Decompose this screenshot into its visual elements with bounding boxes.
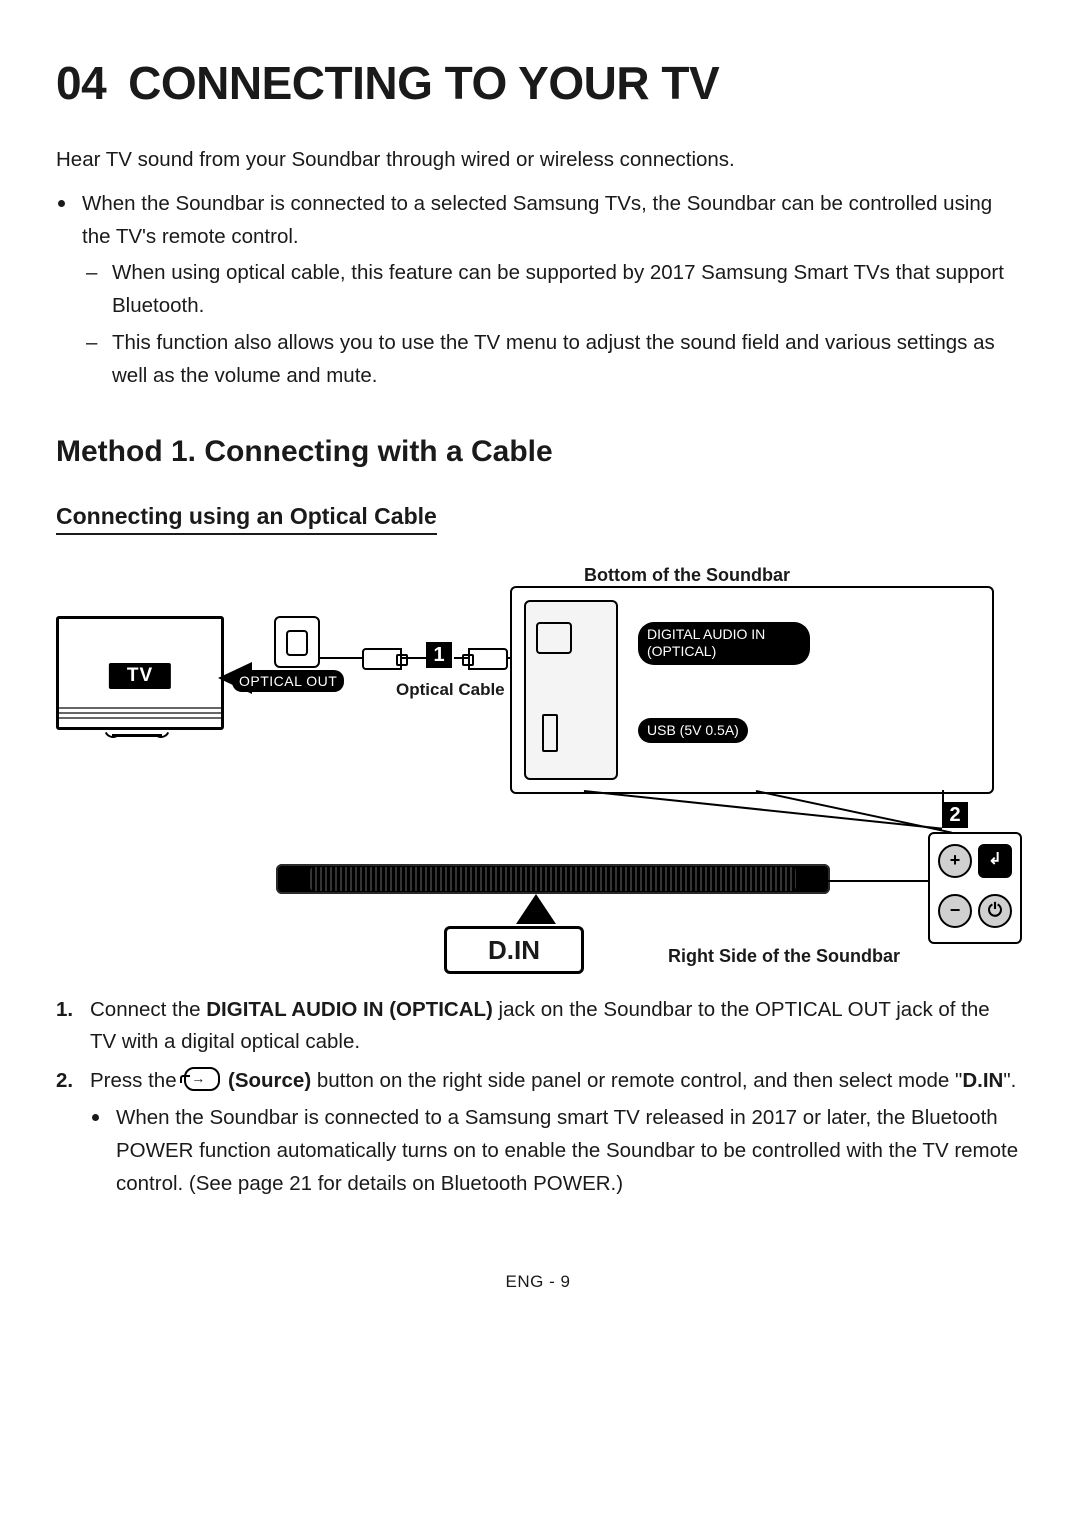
tv-icon: TV <box>56 616 224 730</box>
volume-up-icon: + <box>938 844 972 878</box>
cable-plug-icon <box>362 648 402 670</box>
intro-text: Hear TV sound from your Soundbar through… <box>56 144 1020 176</box>
optical-cable-label: Optical Cable <box>396 680 505 700</box>
dash-item: When using optical cable, this feature c… <box>82 257 1020 323</box>
step2-mid: button on the right side panel or remote… <box>311 1069 962 1092</box>
digital-audio-in-label: DIGITAL AUDIO IN (OPTICAL) <box>638 622 810 665</box>
dai-line1: DIGITAL AUDIO IN <box>647 626 765 642</box>
tv-stand-icon <box>112 724 162 737</box>
dash-list: When using optical cable, this feature c… <box>82 257 1020 392</box>
instruction-steps: Connect the DIGITAL AUDIO IN (OPTICAL) j… <box>56 994 1020 1201</box>
source-button-icon: ↲ <box>978 844 1012 878</box>
bullet-item: When the Soundbar is connected to a sele… <box>56 188 1020 393</box>
connection-diagram: TV OPTICAL OUT 1 Optical Cable DIGITAL A… <box>56 592 1018 972</box>
bullet-item: When the Soundbar is connected to a Sams… <box>90 1102 1020 1200</box>
diagram-container: Bottom of the Soundbar TV OPTICAL OUT 1 … <box>56 565 1020 972</box>
usb-port-icon <box>542 714 558 752</box>
dash-item: This function also allows you to use the… <box>82 327 1020 393</box>
section-heading: CONNECTING TO YOUR TV <box>128 57 719 109</box>
connector-line <box>400 657 426 659</box>
source-inline-icon <box>184 1067 220 1091</box>
callout-1: 1 <box>426 642 452 668</box>
optical-out-label: OPTICAL OUT <box>232 670 344 692</box>
sub-heading: Connecting using an Optical Cable <box>56 503 437 535</box>
lead-line <box>828 880 928 882</box>
step2-din: D.IN <box>962 1069 1003 1092</box>
section-number: 04 <box>56 57 106 109</box>
optical-port-icon <box>536 622 572 654</box>
usb-label: USB (5V 0.5A) <box>638 718 748 744</box>
right-side-caption: Right Side of the Soundbar <box>668 946 900 967</box>
soundbar-side-buttons: + − ↲ ⏻ <box>928 832 1022 944</box>
lead-line <box>584 790 942 830</box>
step2-sublist: When the Soundbar is connected to a Sams… <box>90 1102 1020 1200</box>
din-display: D.IN <box>444 926 584 974</box>
power-button-icon: ⏻ <box>978 894 1012 928</box>
step2-pre: Press the <box>90 1069 182 1092</box>
cable-plug-icon <box>468 648 508 670</box>
optical-out-port-icon <box>274 616 320 668</box>
step1-pre: Connect the <box>90 998 206 1021</box>
page-footer: ENG - 9 <box>56 1272 1020 1292</box>
step-item: Connect the DIGITAL AUDIO IN (OPTICAL) j… <box>56 994 1020 1060</box>
step1-bold: DIGITAL AUDIO IN (OPTICAL) <box>206 998 493 1021</box>
step2-post: ". <box>1003 1069 1016 1092</box>
pointer-up-icon <box>516 894 556 924</box>
method-heading: Method 1. Connecting with a Cable <box>56 435 1020 469</box>
bullet-text: When the Soundbar is connected to a sele… <box>82 192 992 248</box>
page-title: 04 CONNECTING TO YOUR TV <box>56 56 1020 110</box>
callout-2: 2 <box>942 802 968 828</box>
dai-line2: (OPTICAL) <box>647 643 716 659</box>
volume-down-icon: − <box>938 894 972 928</box>
diagram-top-caption: Bottom of the Soundbar <box>56 565 1020 586</box>
soundbar-icon <box>276 864 830 894</box>
step2-bold: (Source) <box>222 1069 311 1092</box>
connector-line <box>318 657 362 659</box>
tv-label: TV <box>109 663 171 689</box>
step-item: Press the (Source) button on the right s… <box>56 1065 1020 1200</box>
intro-bullets: When the Soundbar is connected to a sele… <box>56 188 1020 393</box>
